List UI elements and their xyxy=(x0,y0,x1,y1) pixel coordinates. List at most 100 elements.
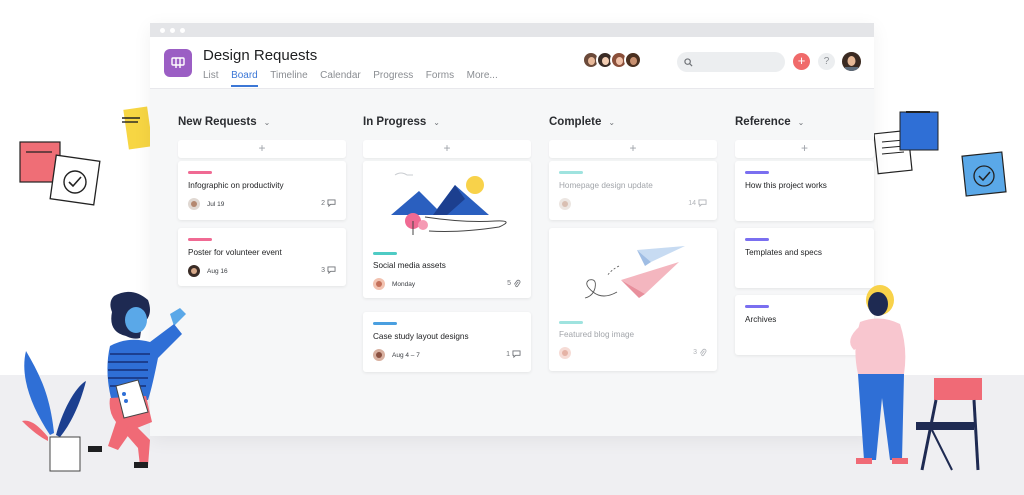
tab-list[interactable]: List xyxy=(203,70,219,87)
task-title: Homepage design update xyxy=(559,181,653,190)
paper-planes-illustration xyxy=(584,246,685,299)
chevron-down-icon[interactable]: ⌄ xyxy=(798,118,805,127)
chevron-down-icon[interactable]: ⌄ xyxy=(608,118,615,127)
sticky-notes-right-illustration xyxy=(873,111,1007,197)
project-header: Design Requests List Board Timeline Cale… xyxy=(150,37,874,89)
count-value: 14 xyxy=(688,199,696,207)
comment-icon xyxy=(327,199,336,207)
count-value: 2 xyxy=(321,199,325,207)
column-header[interactable]: Complete ⌄ xyxy=(549,114,717,130)
column-title: Complete xyxy=(549,116,602,128)
assignee-avatar[interactable] xyxy=(559,347,571,359)
due-date: Aug 16 xyxy=(207,268,228,275)
task-title: Case study layout designs xyxy=(373,332,469,341)
tag-bar xyxy=(559,171,583,174)
project-tabs: List Board Timeline Calendar Progress Fo… xyxy=(203,70,510,87)
column-header[interactable]: In Progress ⌄ xyxy=(363,114,531,130)
due-date: Aug 4 – 7 xyxy=(392,352,420,359)
assignee-avatar[interactable] xyxy=(373,278,385,290)
assignee-avatar[interactable] xyxy=(188,265,200,277)
tag-bar xyxy=(188,238,212,241)
board-column-in-progress: In Progress ⌄ + Social media assets Mond… xyxy=(363,114,531,372)
tag-bar xyxy=(745,305,769,308)
column-title: In Progress xyxy=(363,116,427,128)
count-value: 3 xyxy=(693,349,697,356)
tab-progress[interactable]: Progress xyxy=(373,70,413,87)
chair-illustration xyxy=(916,378,982,471)
board-column-new-requests: New Requests ⌄ + Infographic on producti… xyxy=(178,114,346,286)
column-header[interactable]: New Requests ⌄ xyxy=(178,114,346,130)
task-card[interactable]: Homepage design update 14 xyxy=(549,161,717,220)
task-title: Social media assets xyxy=(373,261,446,270)
help-button[interactable]: ? xyxy=(818,53,835,70)
count-value: 1 xyxy=(506,350,510,358)
task-card[interactable]: Templates and specs xyxy=(735,228,874,288)
comment-count[interactable]: 1 xyxy=(506,350,521,358)
count-value: 5 xyxy=(507,280,511,287)
window-dot xyxy=(170,27,175,33)
tab-more[interactable]: More... xyxy=(467,70,498,87)
chevron-down-icon[interactable]: ⌄ xyxy=(264,118,271,127)
person-thinking-illustration xyxy=(850,285,908,464)
task-title: Templates and specs xyxy=(745,248,822,257)
comment-count[interactable]: 3 xyxy=(321,266,336,274)
tag-bar xyxy=(559,321,583,324)
task-card[interactable]: Poster for volunteer event Aug 16 3 xyxy=(178,228,346,286)
tab-calendar[interactable]: Calendar xyxy=(320,70,361,87)
attachment-count[interactable]: 5 xyxy=(507,279,521,288)
assignee-avatar[interactable] xyxy=(559,198,571,210)
board-icon[interactable] xyxy=(164,49,192,77)
chevron-down-icon[interactable]: ⌄ xyxy=(433,118,440,127)
due-date: Monday xyxy=(392,281,416,288)
task-title: How this project works xyxy=(745,181,827,190)
tag-bar xyxy=(188,171,212,174)
paperclip-icon xyxy=(513,279,521,288)
task-card[interactable]: Social media assets Monday 5 xyxy=(363,161,531,298)
sticky-notes-left-illustration xyxy=(19,106,153,206)
task-card[interactable]: Featured blog image 3 xyxy=(549,228,717,371)
search-icon xyxy=(684,57,693,67)
window-titlebar xyxy=(150,23,874,37)
board-column-reference: Reference ⌄ + How this project works Tem… xyxy=(735,114,874,355)
comment-count[interactable]: 2 xyxy=(321,199,336,207)
mountain-landscape-illustration xyxy=(391,172,507,235)
user-avatar[interactable] xyxy=(842,52,861,71)
assignee-avatar[interactable] xyxy=(373,349,385,361)
task-title: Featured blog image xyxy=(559,330,635,339)
comment-icon xyxy=(698,199,707,207)
task-title: Archives xyxy=(745,315,777,324)
tag-bar xyxy=(745,238,769,241)
task-card[interactable]: Case study layout designs Aug 4 – 7 1 xyxy=(363,312,531,372)
tab-board[interactable]: Board xyxy=(231,70,258,87)
due-date: Jul 19 xyxy=(207,201,225,208)
add-task-button[interactable]: + xyxy=(735,140,874,158)
add-task-button[interactable]: + xyxy=(178,140,346,158)
plant-illustration xyxy=(22,351,86,472)
assignee-avatar[interactable] xyxy=(188,198,200,210)
project-members[interactable] xyxy=(582,51,642,69)
attachment-count[interactable]: 3 xyxy=(693,348,707,357)
tab-timeline[interactable]: Timeline xyxy=(270,70,307,87)
comment-icon xyxy=(512,350,521,358)
tag-bar xyxy=(373,252,397,255)
add-task-button[interactable]: + xyxy=(363,140,531,158)
task-card[interactable]: How this project works xyxy=(735,161,874,221)
task-title: Infographic on productivity xyxy=(188,181,284,190)
avatar[interactable] xyxy=(624,51,642,69)
count-value: 3 xyxy=(321,266,325,274)
column-title: Reference xyxy=(735,116,791,128)
window-dot xyxy=(180,27,185,33)
window-dot xyxy=(160,27,165,33)
tag-bar xyxy=(373,322,397,325)
app-window: Design Requests List Board Timeline Cale… xyxy=(150,23,874,436)
page-title: Design Requests xyxy=(203,47,318,64)
add-button[interactable]: + xyxy=(793,53,810,70)
add-task-button[interactable]: + xyxy=(549,140,717,158)
column-header[interactable]: Reference ⌄ xyxy=(735,114,874,130)
board-column-complete: Complete ⌄ + Homepage design update 14 F… xyxy=(549,114,717,371)
comment-count[interactable]: 14 xyxy=(688,199,707,207)
tab-forms[interactable]: Forms xyxy=(426,70,454,87)
person-with-clipboard-illustration xyxy=(88,291,186,468)
search-input[interactable] xyxy=(677,52,785,72)
task-card[interactable]: Infographic on productivity Jul 19 2 xyxy=(178,161,346,220)
